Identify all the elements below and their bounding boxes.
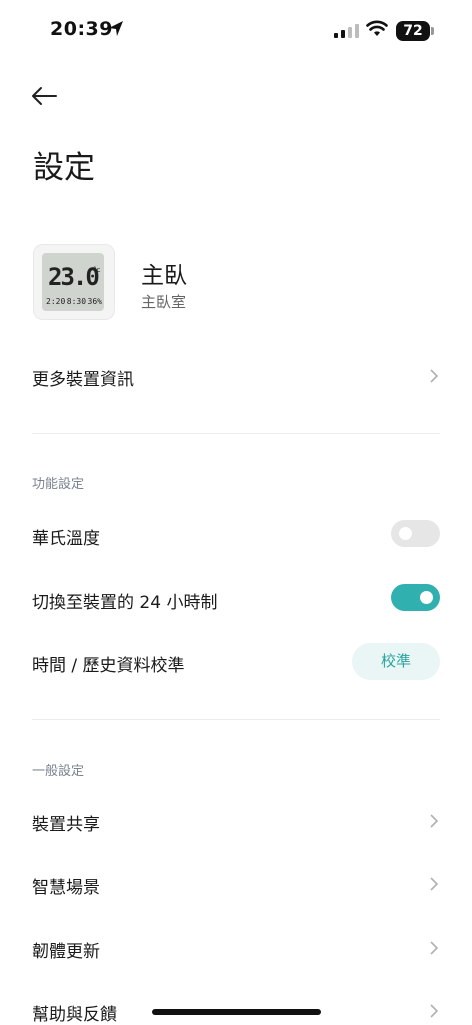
divider xyxy=(32,433,440,434)
calibrate-label: 時間 / 歷史資料校準 xyxy=(32,656,185,676)
cellular-signal-icon xyxy=(334,24,359,38)
more-info-label: 更多裝置資訊 xyxy=(32,370,134,390)
lcd-unit: °c xyxy=(93,266,101,274)
toggle-knob xyxy=(420,591,433,604)
device-name: 主臥 xyxy=(141,263,187,289)
battery-indicator: 72 xyxy=(396,21,430,41)
lcd-mid: 8:30 xyxy=(66,297,87,306)
location-arrow-icon xyxy=(109,21,123,36)
lcd-bottom-row: 2:20 8:30 36% xyxy=(46,297,102,306)
home-indicator[interactable] xyxy=(152,1009,321,1015)
list-item-firmware-update[interactable]: 韌體更新 xyxy=(32,927,440,969)
chevron-right-icon xyxy=(430,369,439,383)
fahrenheit-toggle[interactable] xyxy=(391,520,440,547)
list-item-smart-scene[interactable]: 智慧場景 xyxy=(32,863,440,905)
status-time: 20:39 xyxy=(50,18,113,40)
toggle-knob xyxy=(399,527,412,540)
device-lcd: 23.0 °c 2:20 8:30 36% xyxy=(42,253,104,311)
more-info-row[interactable]: 更多裝置資訊 xyxy=(32,356,440,396)
list-item-label: 韌體更新 xyxy=(32,942,100,962)
battery-level: 72 xyxy=(403,23,423,39)
lcd-temperature: 23.0 xyxy=(48,263,100,291)
lcd-humidity: 36% xyxy=(87,297,102,306)
chevron-right-icon xyxy=(430,1004,439,1018)
list-item-label: 幫助與反饋 xyxy=(32,1005,117,1025)
list-item-help-feedback[interactable]: 幫助與反饋 xyxy=(32,990,440,1025)
list-item-label: 智慧場景 xyxy=(32,878,100,898)
battery-nub xyxy=(431,27,434,35)
fahrenheit-label: 華氏溫度 xyxy=(32,529,100,549)
back-arrow-icon[interactable] xyxy=(28,80,60,112)
section-title-function: 功能設定 xyxy=(32,477,85,492)
divider xyxy=(32,719,440,720)
wifi-icon xyxy=(366,20,388,36)
section-title-general: 一般設定 xyxy=(32,764,85,779)
chevron-right-icon xyxy=(430,877,439,891)
lcd-time: 2:20 xyxy=(46,297,66,306)
calibrate-button[interactable]: 校準 xyxy=(352,643,440,680)
clock24-toggle[interactable] xyxy=(391,584,440,611)
chevron-right-icon xyxy=(430,814,439,828)
clock24-label: 切換至裝置的 24 小時制 xyxy=(32,593,218,613)
page-title: 設定 xyxy=(33,150,95,186)
list-item-device-share[interactable]: 裝置共享 xyxy=(32,800,440,842)
device-thumbnail: 23.0 °c 2:20 8:30 36% xyxy=(33,244,115,320)
device-room: 主臥室 xyxy=(141,293,187,311)
list-item-label: 裝置共享 xyxy=(32,815,100,835)
chevron-right-icon xyxy=(430,941,439,955)
